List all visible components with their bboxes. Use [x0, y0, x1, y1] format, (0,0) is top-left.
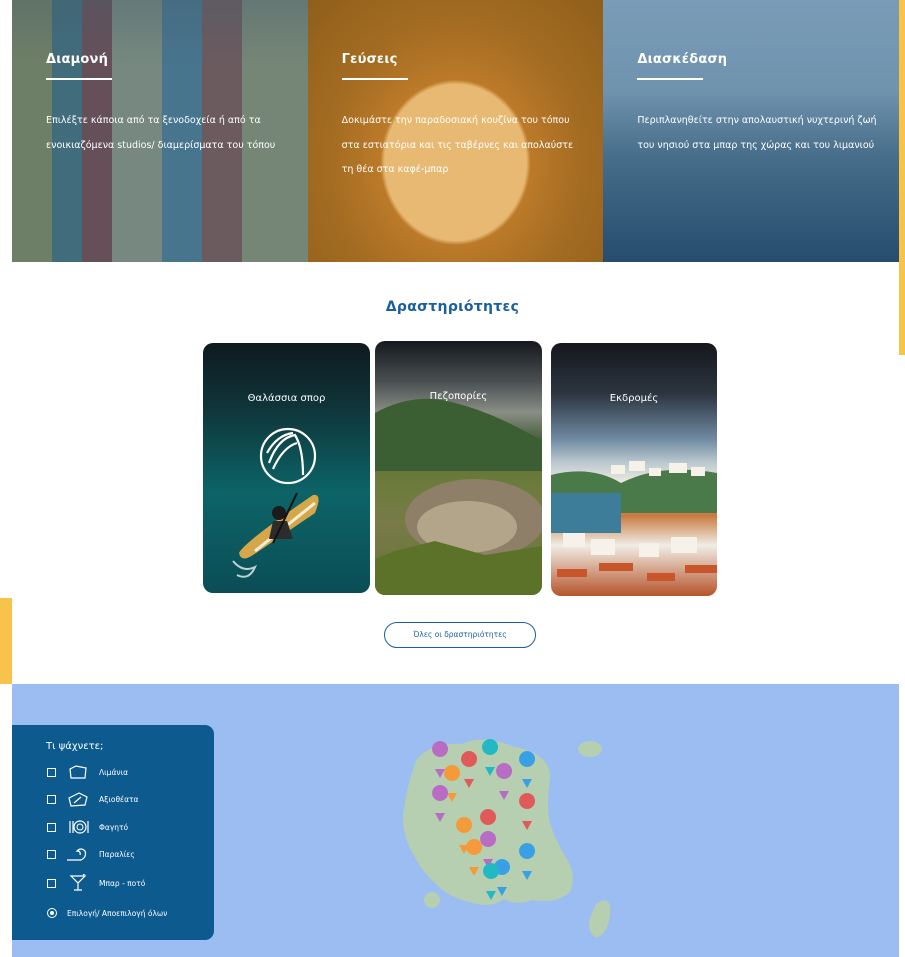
filter-label: Αξιοθέατα [99, 794, 139, 804]
harbor-icon [69, 765, 87, 779]
checkbox[interactable] [47, 822, 56, 832]
title-underline [341, 78, 408, 80]
panel-title: Διασκέδαση [637, 52, 728, 67]
filter-option-beaches[interactable]: Παραλίες [47, 845, 135, 863]
panel-text: Περιπλανηθείτε στην απολαυστική νυχτεριν… [637, 115, 877, 151]
toggle-all-radio[interactable] [47, 908, 57, 918]
panel-text: Επιλέξτε κάποια από τα ξενοδοχεία ή από … [46, 115, 276, 151]
title-underline [637, 78, 704, 80]
filter-option-food[interactable]: Φαγητό [47, 818, 128, 836]
map-pin-beach [519, 751, 536, 788]
map-pin-harbor [482, 739, 499, 776]
card-label: Θαλάσσια σπορ [247, 393, 326, 404]
panel-title: Γεύσεις [341, 52, 398, 67]
map-pin-bar [519, 793, 536, 830]
toggle-all-label: Επιλογή/ Αποεπιλογή όλων [67, 908, 168, 918]
panel-accommodation[interactable]: Διαμονή Επιλέξτε κάποια από τα ξενοδοχεί… [12, 0, 308, 262]
map-pin-beach [519, 843, 536, 880]
info-panels: Διαμονή Επιλέξτε κάποια από τα ξενοδοχεί… [12, 0, 900, 262]
map-filter-panel: Τι ψάχνετε; Λιμάνια Αξιοθέατα Φαγητό Παρ… [12, 725, 214, 940]
map-pin-sights [432, 785, 449, 822]
activity-card-water-sports[interactable]: Θαλάσσια σπορ [203, 343, 370, 593]
map-pin-sights [480, 831, 497, 868]
filter-label: Φαγητό [99, 822, 129, 832]
filter-toggle-all[interactable]: Επιλογή/ Αποεπιλογή όλων [47, 904, 167, 922]
beach-icon [67, 848, 87, 861]
cocktail-icon [69, 874, 87, 891]
water-sports-badge-icon [259, 427, 317, 485]
all-activities-button[interactable]: Όλες οι δραστηριότητες [384, 622, 536, 648]
checkbox[interactable] [47, 767, 56, 777]
ancient-theater-illustration [375, 398, 542, 595]
checkbox[interactable] [47, 878, 56, 888]
sights-icon [68, 792, 88, 807]
card-label: Πεζοπορίες [429, 391, 488, 402]
paddleboard-illustration [232, 427, 319, 578]
yellow-deco-left [0, 598, 12, 684]
activities-title: Δραστηριότητες [385, 299, 520, 315]
filter-option-sights[interactable]: Αξιοθέατα [47, 790, 139, 808]
filter-title: Τι ψάχνετε; [46, 741, 104, 752]
panel-text: Δοκιμάστε την παραδοσιακή κουζίνα του τό… [341, 115, 574, 175]
panel-flavors[interactable]: Γεύσεις Δοκιμάστε την παραδοσιακή κουζίν… [307, 0, 604, 262]
filter-option-harbors[interactable]: Λιμάνια [47, 763, 128, 781]
map-pin-sights [496, 763, 513, 800]
checkbox[interactable] [47, 849, 56, 859]
map-pin-bar [461, 751, 478, 788]
coastal-town-illustration [551, 461, 717, 581]
filter-label: Παραλίες [99, 849, 135, 859]
activity-card-excursions[interactable]: Εκδρομές [551, 343, 717, 596]
panel-entertainment[interactable]: Διασκέδαση Περιπλανηθείτε στην απολαυστι… [603, 0, 900, 262]
card-label: Εκδρομές [609, 393, 659, 404]
title-underline [46, 78, 112, 80]
filter-option-bars[interactable]: Μπαρ - ποτό [47, 874, 145, 892]
panel-title: Διαμονή [46, 52, 109, 67]
filter-label: Μπαρ - ποτό [99, 878, 146, 888]
map-pin-harbor [483, 863, 500, 900]
map-pin-beach [494, 859, 511, 896]
activity-card-hiking[interactable]: Πεζοπορίες [375, 341, 542, 595]
food-icon [69, 820, 89, 834]
map-pin-food [466, 839, 483, 876]
filter-label: Λιμάνια [99, 767, 129, 777]
checkbox[interactable] [47, 794, 56, 804]
